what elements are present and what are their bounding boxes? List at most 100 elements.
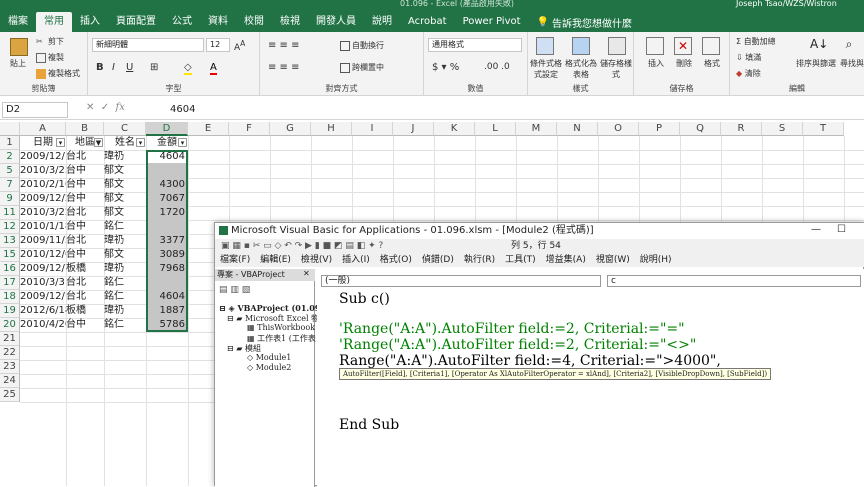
row-header[interactable]: 12 xyxy=(0,220,20,234)
table-cell[interactable]: 1887 xyxy=(146,304,188,318)
column-header-g[interactable]: G xyxy=(270,122,311,136)
table-cell[interactable]: 台中 xyxy=(66,220,104,234)
formula-input[interactable]: 4604 xyxy=(170,102,195,118)
table-cell[interactable]: 郁文 xyxy=(104,206,146,220)
row-header[interactable]: 2 xyxy=(0,150,20,164)
table-cell[interactable]: 7067 xyxy=(146,192,188,206)
close-pane-button[interactable]: ✕ xyxy=(303,269,310,278)
row-header[interactable]: 1 xyxy=(0,136,20,150)
column-header-m[interactable]: M xyxy=(516,122,557,136)
column-header-r[interactable]: R xyxy=(721,122,762,136)
table-cell[interactable]: 瑋礽 xyxy=(104,304,146,318)
column-header-c[interactable]: C xyxy=(104,122,146,136)
table-cell[interactable]: 3377 xyxy=(146,234,188,248)
table-cell[interactable]: 板橋 xyxy=(66,262,104,276)
row-header[interactable]: 5 xyxy=(0,164,20,178)
column-header-j[interactable]: J xyxy=(393,122,434,136)
table-cell[interactable]: 銘仁 xyxy=(104,276,146,290)
menu-debug[interactable]: 偵錯(D) xyxy=(417,253,459,267)
menu-addins[interactable]: 增益集(A) xyxy=(541,253,591,267)
column-header-l[interactable]: L xyxy=(475,122,516,136)
conditional-format-button[interactable]: 條件式格式設定 xyxy=(530,58,562,80)
table-cell[interactable]: 1720 xyxy=(146,206,188,220)
table-cell[interactable]: 瑋礽 xyxy=(104,262,146,276)
paste-button[interactable]: 貼上 xyxy=(10,58,26,69)
tree-vbaproject[interactable]: ⊟ ◈ VBAProject (01.096. xyxy=(219,303,329,313)
decimal-icon[interactable]: .00 .0 xyxy=(484,62,510,72)
format-painter-button[interactable]: 複製格式 xyxy=(36,68,80,79)
table-cell[interactable]: 3089 xyxy=(146,248,188,262)
tab-power-pivot[interactable]: Power Pivot xyxy=(455,12,529,32)
table-cell[interactable]: 郁文 xyxy=(104,248,146,262)
find-select-button[interactable]: 尋找與選取 xyxy=(840,58,864,69)
filter-dropdown-icon[interactable]: ▾ xyxy=(56,138,65,147)
cancel-icon[interactable]: ✕ xyxy=(86,102,94,113)
code-line-3[interactable]: 'Range("A:A").AutoFilter field:=2, Crite… xyxy=(339,337,696,353)
table-cell[interactable]: 郁文 xyxy=(104,178,146,192)
fill-color-icon[interactable]: ◇ xyxy=(184,62,192,75)
column-header-q[interactable]: Q xyxy=(680,122,721,136)
table-cell[interactable]: 瑋礽 xyxy=(104,150,146,164)
row-header[interactable]: 16 xyxy=(0,262,20,276)
table-cell[interactable]: 台中 xyxy=(66,248,104,262)
table-cell[interactable]: 2009/12/19 xyxy=(20,262,66,276)
bold-button[interactable]: B xyxy=(96,62,104,73)
copy-button[interactable]: 複製 xyxy=(36,52,64,63)
filter-active-icon[interactable]: ▼ xyxy=(94,138,103,147)
row-header[interactable]: 15 xyxy=(0,248,20,262)
merge-center-button[interactable]: 跨欄置中 xyxy=(340,62,384,73)
table-cell[interactable] xyxy=(146,164,188,178)
tell-me-input[interactable]: 告訴我您想做什麼 xyxy=(552,15,632,30)
table-cell[interactable]: 2010/4/20 xyxy=(20,318,66,332)
row-header[interactable]: 17 xyxy=(0,276,20,290)
procedure-dropdown[interactable]: c xyxy=(607,275,861,287)
column-header-i[interactable]: I xyxy=(352,122,393,136)
autosum-button[interactable]: Σ 自動加總 xyxy=(736,36,776,47)
select-all-corner[interactable] xyxy=(0,122,20,136)
object-dropdown[interactable]: (一般) xyxy=(321,275,601,287)
column-header-o[interactable]: O xyxy=(598,122,639,136)
tree-module1[interactable]: ◇ Module1 xyxy=(247,353,291,362)
table-cell[interactable]: 2010/12/6 xyxy=(20,248,66,262)
cell-styles-button[interactable]: 儲存格樣式 xyxy=(600,58,632,80)
cut-button[interactable]: ✂ 剪下 xyxy=(36,36,64,47)
menu-insert[interactable]: 插入(I) xyxy=(337,253,375,267)
enter-icon[interactable]: ✓ xyxy=(101,102,109,113)
table-cell[interactable] xyxy=(146,220,188,234)
menu-format[interactable]: 格式(O) xyxy=(375,253,417,267)
table-cell[interactable]: 2009/11/3 xyxy=(20,234,66,248)
insert-cells-button[interactable]: 插入 xyxy=(648,58,664,69)
row-header[interactable]: 7 xyxy=(0,178,20,192)
header-cell[interactable]: 姓名 ▾ xyxy=(104,136,146,150)
row-header[interactable]: 11 xyxy=(0,206,20,220)
grow-font-button[interactable]: AA xyxy=(234,39,245,53)
row-header[interactable]: 21 xyxy=(0,332,20,346)
table-cell[interactable]: 台北 xyxy=(66,150,104,164)
delete-cells-button[interactable]: 刪除 xyxy=(676,58,692,69)
row-header[interactable]: 24 xyxy=(0,374,20,388)
vba-editor-window[interactable]: Microsoft Visual Basic for Applications … xyxy=(214,222,864,487)
table-cell[interactable]: 台北 xyxy=(66,276,104,290)
font-name-select[interactable]: 新細明體 xyxy=(92,38,204,52)
clear-button[interactable]: ◆ 清除 xyxy=(736,68,761,79)
table-cell[interactable]: 2009/12/11 xyxy=(20,290,66,304)
table-cell[interactable]: 台中 xyxy=(66,164,104,178)
underline-button[interactable]: U xyxy=(126,62,133,73)
column-header-s[interactable]: S xyxy=(762,122,803,136)
table-cell[interactable]: 5786 xyxy=(146,318,188,332)
table-cell[interactable]: 台中 xyxy=(66,318,104,332)
maximize-button[interactable]: ☐ xyxy=(837,224,846,235)
user-name[interactable]: Joseph Tsao/WZS/Wistron xyxy=(736,0,837,8)
header-cell[interactable]: 地區 ▼ xyxy=(66,136,104,150)
column-header-b[interactable]: B xyxy=(66,122,104,136)
table-cell[interactable]: 2010/2/16 xyxy=(20,178,66,192)
tab-review[interactable]: 校閱 xyxy=(236,12,272,32)
tab-help[interactable]: 說明 xyxy=(364,12,400,32)
code-line-2[interactable]: 'Range("A:A").AutoFilter field:=2, Crite… xyxy=(339,321,685,337)
column-header-h[interactable]: H xyxy=(311,122,352,136)
function-icon[interactable]: fx xyxy=(116,102,125,113)
column-header-t[interactable]: T xyxy=(803,122,844,136)
table-cell[interactable]: 瑋礽 xyxy=(104,234,146,248)
table-cell[interactable]: 2009/12/11 xyxy=(20,150,66,164)
tree-module2[interactable]: ◇ Module2 xyxy=(247,363,291,372)
